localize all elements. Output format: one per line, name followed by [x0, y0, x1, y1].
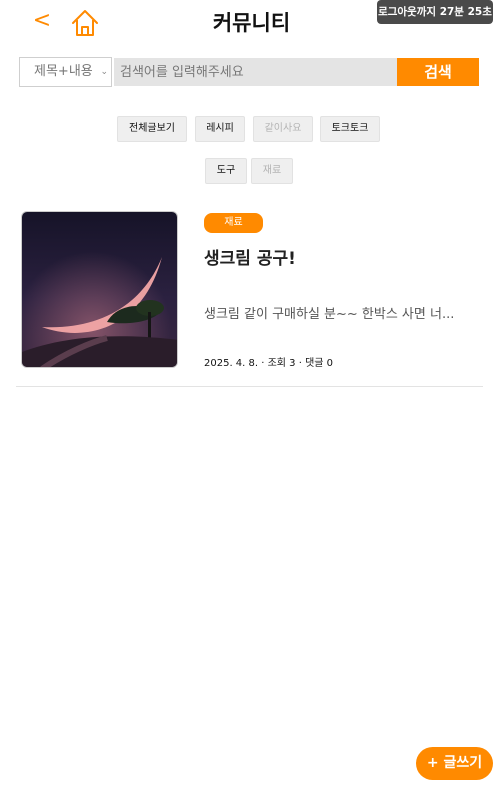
post-list-item[interactable]: 재료 생크림 공구! 생크림 같이 구매하실 분~~ 한박스 사면 너... 2…: [16, 203, 483, 387]
category-tools-button[interactable]: 도구: [205, 158, 247, 184]
category-talk-button[interactable]: 토크토크: [320, 116, 380, 142]
search-button[interactable]: 검색: [397, 58, 479, 86]
post-category-badge: 재료: [204, 213, 263, 233]
post-title: 생크림 공구!: [204, 249, 296, 269]
search-type-value: 제목+내용: [34, 64, 93, 79]
category-group-buy-button[interactable]: 같이사요: [253, 116, 313, 142]
post-thumbnail: [21, 211, 178, 368]
category-ingredients-button[interactable]: 재료: [251, 158, 293, 184]
category-recipe-button[interactable]: 레시피: [195, 116, 245, 142]
search-type-select[interactable]: 제목+내용 ⌄: [19, 57, 112, 87]
search-bar: 제목+내용 ⌄ 검색: [19, 57, 479, 87]
session-timer: 로그아웃까지 27분 25초: [377, 0, 493, 24]
post-excerpt: 생크림 같이 구매하실 분~~ 한박스 사면 너...: [204, 307, 455, 322]
header: < 커뮤니티 로그아웃까지 27분 25초: [0, 0, 503, 48]
chevron-down-icon: ⌄: [100, 67, 108, 77]
write-post-button[interactable]: + 글쓰기: [416, 747, 493, 780]
search-input[interactable]: [114, 58, 397, 86]
post-meta: 2025. 4. 8. · 조회 3 · 댓글 0: [204, 358, 334, 369]
community-page: < 커뮤니티 로그아웃까지 27분 25초 제목+내용 ⌄ 검색 전체글보기 레…: [0, 0, 503, 797]
category-all-button[interactable]: 전체글보기: [117, 116, 187, 142]
